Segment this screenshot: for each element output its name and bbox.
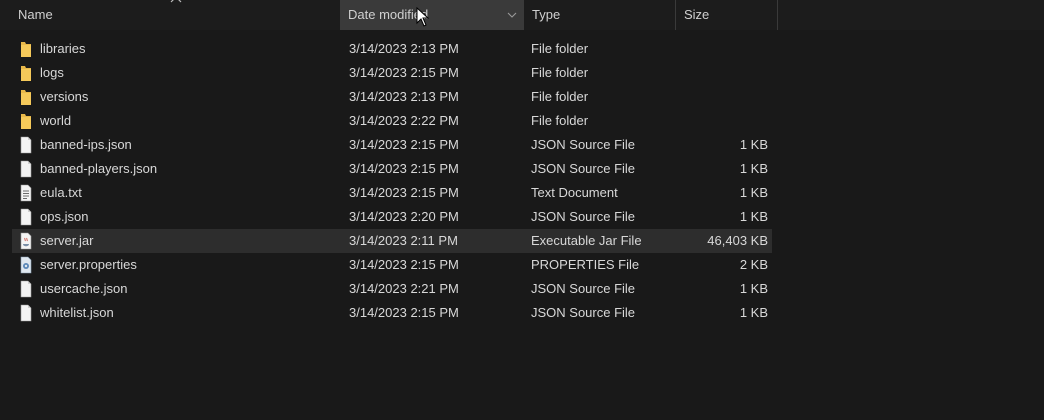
file-row[interactable]: versions 3/14/2023 2:13 PM File folder — [0, 85, 1044, 109]
file-row[interactable]: usercache.json 3/14/2023 2:21 PM JSON Sour… — [0, 277, 1044, 301]
file-name[interactable]: banned-players.json — [40, 157, 330, 181]
properties-file-icon — [18, 256, 34, 274]
file-type: Executable Jar File — [531, 233, 642, 248]
file-date-modified: 3/14/2023 2:13 PM — [349, 89, 459, 104]
file-type: File folder — [531, 113, 589, 128]
folder-icon — [18, 88, 34, 106]
folder-icon — [18, 40, 34, 58]
file-name[interactable]: banned-ips.json — [40, 133, 330, 157]
file-type: JSON Source File — [531, 281, 636, 296]
file-icon — [18, 280, 34, 298]
file-type: File folder — [531, 89, 589, 104]
file-date-modified: 3/14/2023 2:22 PM — [349, 113, 459, 128]
file-icon — [18, 208, 34, 226]
file-date-modified: 3/14/2023 2:15 PM — [349, 257, 459, 272]
text-file-icon — [18, 184, 34, 202]
file-row[interactable]: libraries 3/14/2023 2:13 PM File folder — [0, 37, 1044, 61]
file-size: 1 KB — [739, 305, 768, 320]
file-list: libraries 3/14/2023 2:13 PM File folder log… — [0, 37, 1044, 325]
column-header-name-label: Name — [18, 7, 53, 22]
file-row[interactable]: banned-players.json 3/14/2023 2:15 PM JSON… — [0, 157, 1044, 181]
file-date-modified: 3/14/2023 2:15 PM — [349, 65, 459, 80]
column-header-date-modified[interactable]: Date modified — [340, 0, 524, 30]
file-row[interactable]: world 3/14/2023 2:22 PM File folder — [0, 109, 1044, 133]
file-name[interactable]: usercache.json — [40, 277, 330, 301]
file-name[interactable]: world — [40, 109, 330, 133]
file-type: JSON Source File — [531, 209, 636, 224]
file-size — [676, 61, 768, 85]
file-size — [676, 37, 768, 61]
chevron-up-icon — [170, 0, 182, 4]
folder-icon — [18, 64, 34, 82]
file-size: 1 KB — [739, 137, 768, 152]
file-row[interactable]: whitelist.json 3/14/2023 2:15 PM JSON Sour… — [0, 301, 1044, 325]
file-size: 1 KB — [739, 281, 768, 296]
file-type: JSON Source File — [531, 305, 636, 320]
file-size — [676, 109, 768, 133]
file-row[interactable]: ops.json 3/14/2023 2:20 PM JSON Source Fil… — [0, 205, 1044, 229]
file-date-modified: 3/14/2023 2:13 PM — [349, 41, 459, 56]
file-date-modified: 3/14/2023 2:20 PM — [349, 209, 459, 224]
file-date-modified: 3/14/2023 2:15 PM — [349, 137, 459, 152]
file-row[interactable]: server.properties 3/14/2023 2:15 PM PROPER… — [0, 253, 1044, 277]
file-size: 1 KB — [739, 209, 768, 224]
file-name[interactable]: versions — [40, 85, 330, 109]
file-size: 46,403 KB — [707, 233, 768, 248]
file-date-modified: 3/14/2023 2:15 PM — [349, 185, 459, 200]
file-name[interactable]: ops.json — [40, 205, 330, 229]
file-name[interactable]: server.jar — [40, 229, 330, 253]
jar-file-icon — [18, 232, 34, 250]
file-name[interactable]: eula.txt — [40, 181, 330, 205]
file-icon — [18, 136, 34, 154]
column-header-size-label: Size — [684, 7, 710, 22]
column-header-size[interactable]: Size — [676, 0, 778, 30]
file-date-modified: 3/14/2023 2:15 PM — [349, 161, 459, 176]
file-name[interactable]: server.properties — [40, 253, 330, 277]
file-type: PROPERTIES File — [531, 257, 640, 272]
column-header-name[interactable]: Name — [10, 0, 340, 30]
file-type: JSON Source File — [531, 161, 636, 176]
file-row[interactable]: server.jar 3/14/2023 2:11 PM Executable Ja… — [0, 229, 1044, 253]
file-icon — [18, 160, 34, 178]
file-row[interactable]: eula.txt 3/14/2023 2:15 PM Text Document 1 … — [0, 181, 1044, 205]
file-date-modified: 3/14/2023 2:11 PM — [349, 233, 458, 248]
file-size: 2 KB — [739, 257, 768, 272]
file-name[interactable]: whitelist.json — [40, 301, 330, 325]
mouse-pointer-icon — [416, 6, 430, 27]
file-size: 1 KB — [739, 161, 768, 176]
file-size — [676, 85, 768, 109]
column-header-type-label: Type — [532, 7, 561, 22]
file-row[interactable]: banned-ips.json 3/14/2023 2:15 PM JSON Sou… — [0, 133, 1044, 157]
folder-icon — [18, 112, 34, 130]
column-header-bar: Name Date modified Type Size — [0, 0, 1044, 30]
file-icon — [18, 304, 34, 322]
file-size: 1 KB — [739, 185, 768, 200]
file-name[interactable]: logs — [40, 61, 330, 85]
file-type: JSON Source File — [531, 137, 636, 152]
column-header-type[interactable]: Type — [524, 0, 676, 30]
file-type: File folder — [531, 41, 589, 56]
file-date-modified: 3/14/2023 2:15 PM — [349, 305, 459, 320]
file-name[interactable]: libraries — [40, 37, 330, 61]
file-row[interactable]: logs 3/14/2023 2:15 PM File folder — [0, 61, 1044, 85]
file-type: File folder — [531, 65, 589, 80]
file-type: Text Document — [531, 185, 618, 200]
file-date-modified: 3/14/2023 2:21 PM — [349, 281, 459, 296]
